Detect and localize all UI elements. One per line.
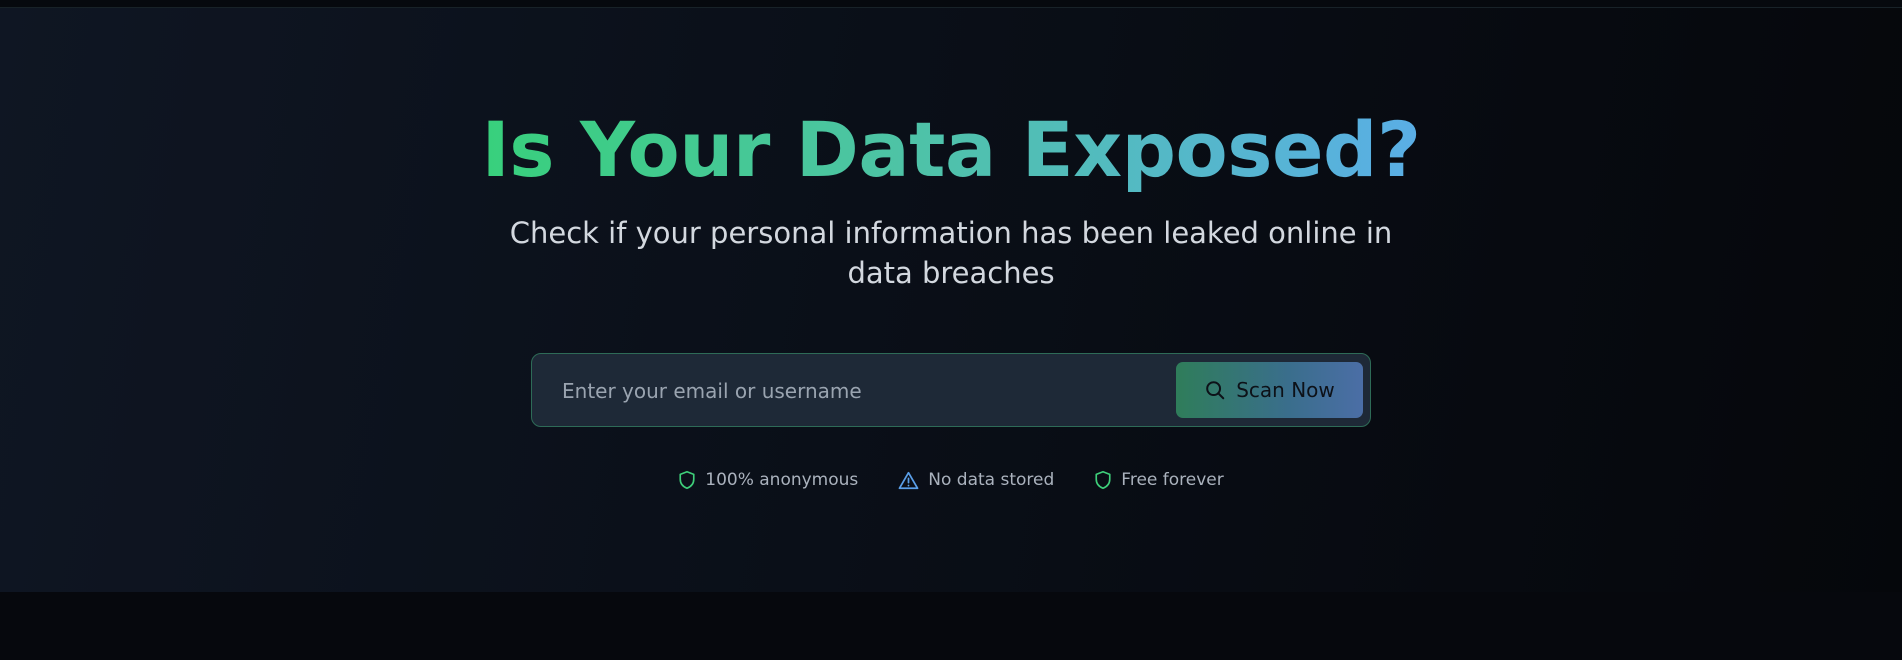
shield-icon — [678, 470, 696, 490]
feature-label: No data stored — [928, 470, 1055, 490]
scan-now-label: Scan Now — [1236, 378, 1335, 402]
search-form: Scan Now — [531, 353, 1371, 427]
email-username-input[interactable] — [562, 368, 1162, 414]
page-title: Is Your Data Exposed? — [0, 100, 1902, 200]
hero-section — [0, 8, 1902, 592]
warning-icon — [898, 471, 919, 490]
feature-anonymous: 100% anonymous — [678, 468, 858, 492]
hero-subtitle: Check if your personal information has b… — [509, 216, 1393, 290]
feature-list: 100% anonymous No data stored Free forev… — [0, 468, 1902, 492]
feature-free-forever: Free forever — [1094, 468, 1224, 492]
shield-icon — [1094, 470, 1112, 490]
feature-no-data-stored: No data stored — [898, 468, 1054, 492]
feature-label: Free forever — [1121, 470, 1224, 490]
feature-label: 100% anonymous — [705, 470, 859, 490]
search-icon — [1204, 379, 1226, 401]
below-hero-area — [0, 592, 1902, 660]
scan-now-button[interactable]: Scan Now — [1176, 362, 1363, 418]
top-divider — [0, 0, 1902, 8]
page-title-text: Is Your Data Exposed? — [481, 105, 1421, 194]
